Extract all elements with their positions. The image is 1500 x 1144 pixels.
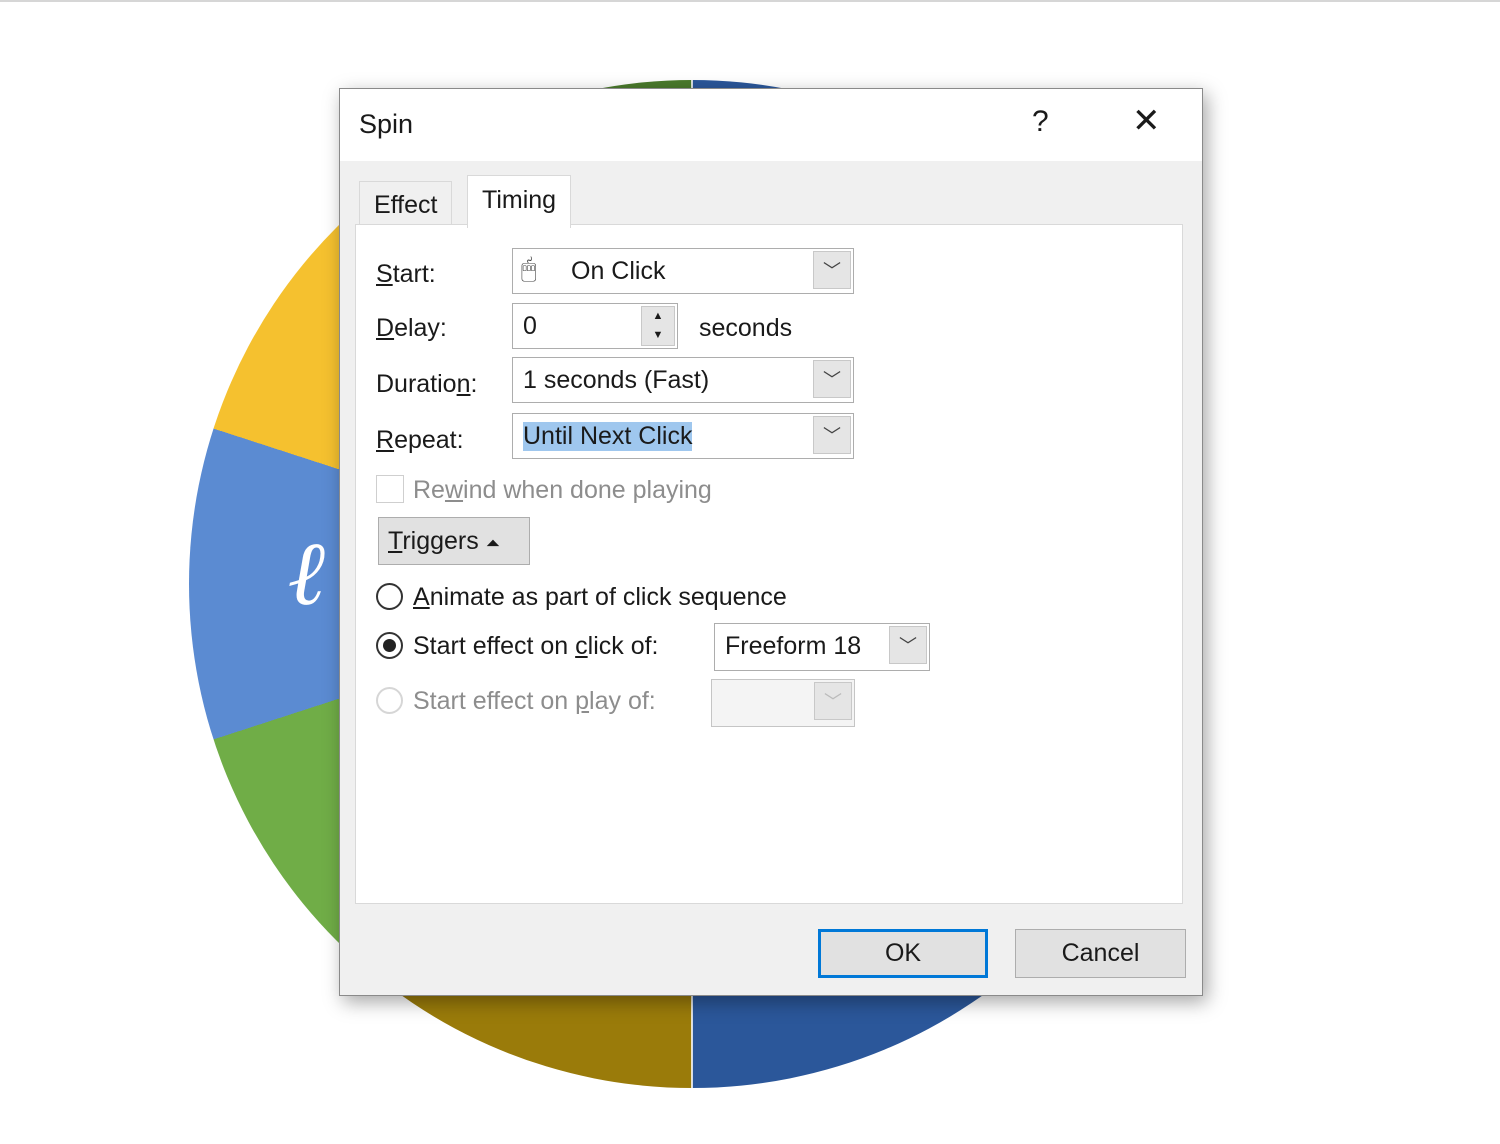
- arrow-up-icon[interactable]: ▲: [642, 307, 674, 326]
- click-trigger-select[interactable]: Freeform 18 ﹀: [714, 623, 930, 671]
- start-on-click-label: Start effect on click of:: [413, 632, 659, 661]
- help-button[interactable]: ?: [1032, 105, 1049, 139]
- start-on-play-label: Start effect on play of:: [413, 687, 656, 716]
- rewind-checkbox[interactable]: [376, 475, 404, 503]
- timing-panel: Start: 🖱 On Click ﹀ Delay: 0 ▲ ▼ seconds …: [355, 224, 1183, 904]
- access-key: A: [413, 583, 430, 611]
- label-text: Re: [413, 476, 445, 504]
- label-text: tart:: [392, 260, 436, 288]
- tab-effect[interactable]: Effect: [359, 181, 453, 225]
- chevron-down-icon[interactable]: ﹀: [813, 251, 851, 289]
- spin-dialog: Spin ? ✕ Effect Timing Start: 🖱 On Click…: [339, 88, 1203, 996]
- label-text: ind when done playing: [463, 476, 712, 504]
- repeat-select[interactable]: Until Next Click ﹀: [512, 413, 854, 459]
- start-on-play-radio[interactable]: [376, 687, 403, 714]
- label-text: epeat:: [394, 426, 464, 454]
- animate-sequence-label: Animate as part of click sequence: [413, 583, 787, 612]
- cancel-button[interactable]: Cancel: [1015, 929, 1186, 978]
- label-text: Start effect on: [413, 687, 576, 715]
- access-key: w: [444, 476, 464, 504]
- start-label: Start:: [376, 260, 436, 289]
- chevron-down-icon[interactable]: ﹀: [814, 682, 852, 720]
- label-text: lick of:: [587, 632, 659, 660]
- click-trigger-value: Freeform 18: [725, 632, 862, 660]
- start-value: On Click: [571, 257, 666, 285]
- chevron-down-icon[interactable]: ﹀: [813, 416, 851, 454]
- repeat-label: Repeat:: [376, 426, 464, 455]
- double-chevron-up-icon: ⏶: [485, 533, 501, 553]
- label-text: :: [470, 370, 478, 398]
- delay-label: Delay:: [376, 314, 447, 343]
- access-key: T: [388, 527, 403, 555]
- chevron-down-icon[interactable]: ﹀: [813, 360, 851, 398]
- delay-stepper[interactable]: ▲ ▼: [641, 306, 675, 346]
- label-text: nimate as part of click sequence: [429, 583, 787, 611]
- ok-button[interactable]: OK: [818, 929, 988, 978]
- access-key: D: [376, 314, 395, 342]
- access-key: c: [575, 632, 588, 660]
- chevron-down-icon[interactable]: ﹀: [889, 626, 927, 664]
- close-icon[interactable]: ✕: [1132, 101, 1161, 141]
- arrow-down-icon[interactable]: ▼: [642, 326, 674, 345]
- animate-sequence-radio[interactable]: [376, 583, 403, 610]
- rewind-label: Rewind when done playing: [413, 476, 712, 505]
- label-text: lay of:: [589, 687, 656, 715]
- delay-input[interactable]: 0 ▲ ▼: [512, 303, 678, 349]
- label-text: riggers: [402, 527, 479, 555]
- wheel-segment-glyph: ℓ: [289, 520, 328, 626]
- access-key: p: [575, 687, 590, 715]
- start-on-click-radio[interactable]: [376, 632, 403, 659]
- access-key: R: [376, 426, 395, 454]
- delay-value: 0: [523, 312, 537, 340]
- start-select[interactable]: 🖱 On Click ﹀: [512, 248, 854, 294]
- repeat-value: Until Next Click: [523, 422, 693, 451]
- play-trigger-select[interactable]: ﹀: [711, 679, 855, 727]
- label-text: Duratio: [376, 370, 457, 398]
- label-text: Start effect on: [413, 632, 576, 660]
- access-key: S: [376, 260, 393, 288]
- dialog-title: Spin: [359, 109, 414, 139]
- tab-timing[interactable]: Timing: [467, 175, 572, 228]
- mouse-click-icon: 🖱: [521, 253, 537, 283]
- top-border: [0, 0, 1500, 2]
- delay-unit: seconds: [699, 314, 793, 342]
- label-text: elay:: [394, 314, 447, 342]
- duration-select[interactable]: 1 seconds (Fast) ﹀: [512, 357, 854, 403]
- duration-label: Duration:: [376, 370, 477, 399]
- triggers-button[interactable]: Triggers ⏶: [378, 517, 530, 565]
- title-bar: Spin ? ✕: [340, 89, 1202, 161]
- access-key: n: [456, 370, 471, 398]
- duration-value: 1 seconds (Fast): [523, 366, 710, 394]
